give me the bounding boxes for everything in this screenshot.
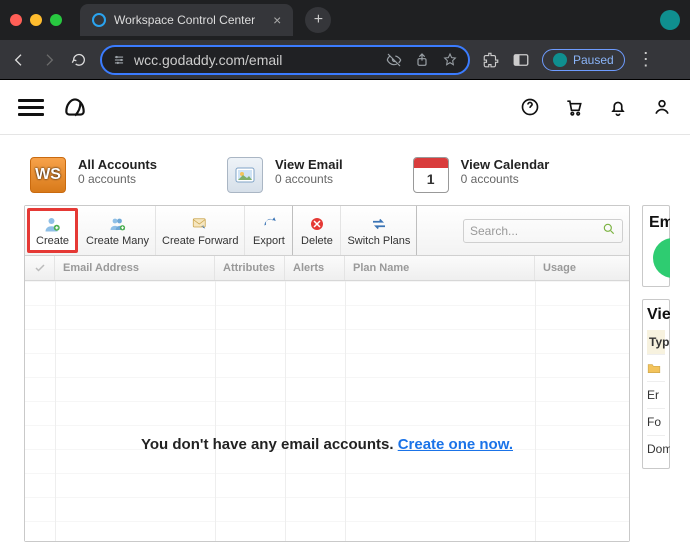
column-attributes[interactable]: Attributes	[215, 256, 285, 280]
table-header: Email Address Attributes Alerts Plan Nam…	[25, 256, 629, 281]
bookmark-star-icon[interactable]	[442, 52, 458, 68]
tab-favicon-icon	[92, 13, 106, 27]
new-tab-button[interactable]: +	[305, 7, 331, 33]
column-alerts[interactable]: Alerts	[285, 256, 345, 280]
profile-status-label: Paused	[573, 53, 614, 67]
side-row: Fo	[647, 408, 665, 435]
side-heading: Vie	[647, 306, 665, 324]
cart-icon[interactable]	[564, 97, 584, 117]
column-email[interactable]: Email Address	[55, 256, 215, 280]
email-panel: Create Create Many Create Forward Export	[24, 205, 630, 542]
create-one-link[interactable]: Create one now.	[398, 436, 513, 453]
share-icon[interactable]	[414, 52, 430, 68]
card-all-accounts[interactable]: WS All Accounts 0 accounts	[30, 157, 157, 193]
extensions-icon[interactable]	[482, 51, 500, 69]
browser-toolbar: wcc.godaddy.com/email Paused ⋮	[0, 40, 690, 80]
switch-plans-button[interactable]: Switch Plans	[341, 206, 417, 255]
card-title: All Accounts	[78, 157, 157, 172]
card-view-email[interactable]: View Email 0 accounts	[227, 157, 343, 193]
side-row: Er	[647, 381, 665, 408]
create-button[interactable]: Create	[27, 208, 78, 253]
account-user-icon[interactable]	[652, 97, 672, 117]
card-title: View Calendar	[461, 157, 550, 172]
side-panel-view: Vie Typ Er Fo Dom	[642, 299, 670, 469]
profile-badge-icon[interactable]	[660, 10, 680, 30]
create-many-button[interactable]: Create Many	[80, 206, 156, 255]
browser-tab-bar: Workspace Control Center × +	[0, 0, 690, 40]
tab-title: Workspace Control Center	[114, 13, 255, 27]
address-url: wcc.godaddy.com/email	[134, 52, 282, 68]
column-usage[interactable]: Usage	[535, 256, 629, 280]
eye-off-icon[interactable]	[386, 52, 402, 68]
reload-button[interactable]	[70, 51, 88, 69]
help-icon[interactable]	[520, 97, 540, 117]
card-subtitle: 0 accounts	[461, 172, 550, 186]
empty-text: You don't have any email accounts.	[141, 436, 398, 453]
forward-button[interactable]	[40, 51, 58, 69]
card-title: View Email	[275, 157, 343, 172]
browser-tab[interactable]: Workspace Control Center ×	[80, 4, 293, 36]
side-row	[647, 354, 665, 381]
email-app-icon	[227, 157, 263, 193]
search-field[interactable]: Search...	[463, 219, 623, 243]
card-subtitle: 0 accounts	[275, 172, 343, 186]
status-circle-icon	[653, 238, 670, 278]
profile-paused-chip[interactable]: Paused	[542, 49, 625, 71]
window-controls	[10, 14, 62, 26]
hamburger-menu-button[interactable]	[18, 99, 44, 116]
close-window-icon[interactable]	[10, 14, 22, 26]
site-header	[0, 80, 690, 135]
notifications-bell-icon[interactable]	[608, 97, 628, 117]
workspace-icon: WS	[30, 157, 66, 193]
delete-button[interactable]: Delete	[293, 206, 341, 255]
empty-state: You don't have any email accounts. Creat…	[25, 436, 629, 453]
godaddy-logo-icon[interactable]	[62, 94, 88, 120]
table-body: You don't have any email accounts. Creat…	[25, 281, 629, 541]
summary-cards: WS All Accounts 0 accounts View Email 0 …	[0, 135, 690, 205]
site-settings-icon[interactable]	[112, 53, 126, 67]
side-panel-icon[interactable]	[512, 51, 530, 69]
card-subtitle: 0 accounts	[78, 172, 157, 186]
side-panel-email: Em	[642, 205, 670, 287]
column-checkbox[interactable]	[25, 256, 55, 280]
right-sidebar-cutoff: Em Vie Typ Er Fo Dom	[642, 205, 670, 542]
tab-close-icon[interactable]: ×	[273, 12, 281, 28]
maximize-window-icon[interactable]	[50, 14, 62, 26]
side-heading: Em	[649, 214, 663, 232]
profile-avatar-icon	[553, 53, 567, 67]
panel-toolbar: Create Create Many Create Forward Export	[25, 206, 629, 256]
create-forward-button[interactable]: Create Forward	[156, 206, 245, 255]
chrome-menu-icon[interactable]: ⋮	[637, 49, 655, 70]
address-bar[interactable]: wcc.godaddy.com/email	[100, 45, 470, 75]
back-button[interactable]	[10, 51, 28, 69]
folder-icon	[647, 362, 661, 374]
column-plan[interactable]: Plan Name	[345, 256, 535, 280]
side-row: Dom	[647, 435, 665, 462]
search-placeholder: Search...	[470, 224, 518, 238]
minimize-window-icon[interactable]	[30, 14, 42, 26]
export-button[interactable]: Export	[245, 206, 293, 255]
side-row-type: Typ	[647, 330, 665, 354]
card-view-calendar[interactable]: 1 View Calendar 0 accounts	[413, 157, 550, 193]
search-icon[interactable]	[602, 222, 616, 239]
calendar-icon: 1	[413, 157, 449, 193]
